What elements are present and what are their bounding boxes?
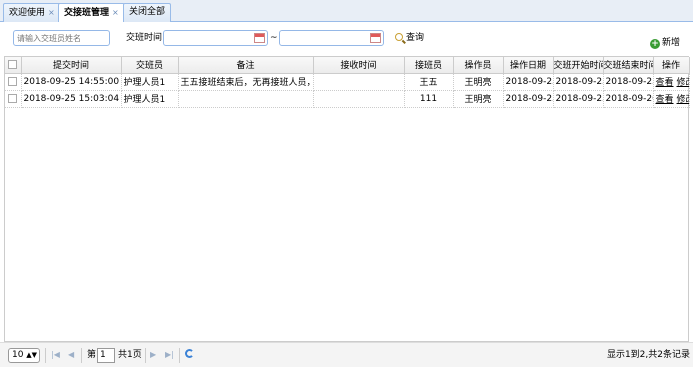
add-icon: +: [650, 39, 660, 49]
page-size-value: 10: [12, 350, 24, 360]
column-header[interactable]: 交班开始时间: [553, 57, 604, 74]
tab-welcome-close-icon[interactable]: ×: [48, 8, 55, 17]
operation-date-cell: 2018-09-25: [503, 90, 554, 108]
start-time-cell: 2018-09-25: [553, 90, 604, 108]
actions-cell: 查看修改: [653, 90, 690, 108]
refresh-icon[interactable]: [185, 349, 194, 358]
edit-link[interactable]: 修改: [677, 78, 688, 88]
view-link[interactable]: 查看: [656, 78, 674, 88]
edit-link[interactable]: 修改: [677, 95, 688, 105]
column-header[interactable]: 接班员: [404, 57, 454, 74]
remark-cell: [178, 90, 314, 108]
search-button-label: 查询: [406, 33, 425, 43]
search-toolbar: 交班时间 ~ 查询 +新增: [0, 22, 693, 56]
row-checkbox[interactable]: [8, 93, 18, 103]
range-separator: ~: [270, 33, 278, 43]
tab-welcome-label: 欢迎使用: [9, 8, 46, 18]
handover-cell: 护理人员1: [121, 90, 179, 108]
handover-grid: 提交时间 交班员 备注 接收时间 接班员 操作员 操作日期 交班开始时间 交班结…: [4, 56, 690, 342]
select-all-checkbox[interactable]: [8, 59, 18, 69]
end-time-cell: 2018-09-25: [603, 73, 654, 91]
operator-cell: 王明亮: [453, 73, 504, 91]
select-all-cell[interactable]: [5, 57, 22, 74]
receive-time-cell: [313, 73, 405, 91]
tab-handover-management[interactable]: 交接班管理 ×: [58, 3, 125, 23]
select-arrows-icon: ▲▼: [26, 351, 37, 359]
pager-divider: [145, 348, 146, 363]
pager-divider: [45, 348, 46, 363]
page-number-input[interactable]: 1: [97, 348, 115, 363]
handover-name-input[interactable]: [13, 30, 110, 46]
receive-time-cell: [313, 90, 405, 108]
end-time-cell: 2018-09-26: [603, 90, 654, 108]
actions-cell: 查看修改: [653, 73, 690, 91]
tab-handover-management-close-icon[interactable]: ×: [112, 8, 119, 17]
start-time-cell: 2018-09-25: [553, 73, 604, 91]
calendar-icon[interactable]: [254, 33, 265, 43]
prev-page-icon[interactable]: ◀: [68, 350, 74, 359]
remark-cell: 王五接班结束后，无再接班人员，请下: [178, 73, 314, 91]
operation-date-cell: 2018-09-25: [503, 73, 554, 91]
pager-divider: [179, 348, 180, 363]
column-header[interactable]: 操作日期: [503, 57, 554, 74]
receiver-cell: 王五: [404, 73, 454, 91]
calendar-icon[interactable]: [370, 33, 381, 43]
operator-cell: 王明亮: [453, 90, 504, 108]
page-total-label: 共1页: [118, 350, 142, 360]
end-date-input[interactable]: [279, 30, 384, 46]
row-select-cell[interactable]: [5, 73, 22, 91]
add-button-label: 新增: [662, 38, 681, 48]
handover-cell: 护理人员1: [121, 73, 179, 91]
column-header: 操作: [653, 57, 690, 74]
page-size-select[interactable]: 10 ▲▼: [8, 348, 40, 363]
start-date-input[interactable]: [163, 30, 268, 46]
table-header-row: 提交时间 交班员 备注 接收时间 接班员 操作员 操作日期 交班开始时间 交班结…: [5, 57, 690, 74]
pager-divider: [81, 348, 82, 363]
search-icon: [395, 33, 403, 41]
view-link[interactable]: 查看: [656, 95, 674, 105]
tab-welcome[interactable]: 欢迎使用 ×: [3, 3, 61, 22]
next-page-icon[interactable]: ▶: [150, 350, 156, 359]
receiver-cell: 111: [404, 90, 454, 108]
last-page-icon[interactable]: ▶|: [165, 350, 174, 359]
row-select-cell[interactable]: [5, 90, 22, 108]
row-checkbox[interactable]: [8, 76, 18, 86]
column-header[interactable]: 交班员: [121, 57, 179, 74]
table-row[interactable]: 2018-09-25 14:55:00 护理人员1 王五接班结束后，无再接班人员…: [5, 73, 690, 91]
search-button[interactable]: 查询: [395, 30, 424, 46]
handover-time-label: 交班时间: [126, 33, 163, 43]
column-header[interactable]: 操作员: [453, 57, 504, 74]
handover-table: 提交时间 交班员 备注 接收时间 接班员 操作员 操作日期 交班开始时间 交班结…: [5, 57, 690, 108]
add-button[interactable]: + 新增: [650, 35, 680, 51]
column-header[interactable]: 交班结束时间: [603, 57, 654, 74]
column-header[interactable]: 接收时间: [313, 57, 405, 74]
submit-time-cell: 2018-09-25 15:03:04: [21, 90, 122, 108]
first-page-icon[interactable]: |◀: [51, 350, 60, 359]
record-summary: 显示1到2,共2条记录: [606, 350, 690, 360]
pagination-bar: 10 ▲▼ |◀ ◀ 第 1 共1页 ▶ ▶| 显示1到2,共2条记录: [0, 342, 693, 367]
table-row[interactable]: 2018-09-25 15:03:04 护理人员1 111 王明亮 2018-0…: [5, 90, 690, 108]
column-header[interactable]: 备注: [178, 57, 314, 74]
submit-time-cell: 2018-09-25 14:55:00: [21, 73, 122, 91]
tab-close-all-label: 关闭全部: [129, 7, 166, 17]
tab-bar: 欢迎使用 × 交接班管理 × 关闭全部: [0, 0, 693, 23]
tab-handover-management-label: 交接班管理: [64, 8, 110, 18]
tab-close-all[interactable]: 关闭全部: [123, 3, 172, 22]
column-header[interactable]: 提交时间: [21, 57, 122, 74]
page-prefix-label: 第: [87, 350, 97, 360]
